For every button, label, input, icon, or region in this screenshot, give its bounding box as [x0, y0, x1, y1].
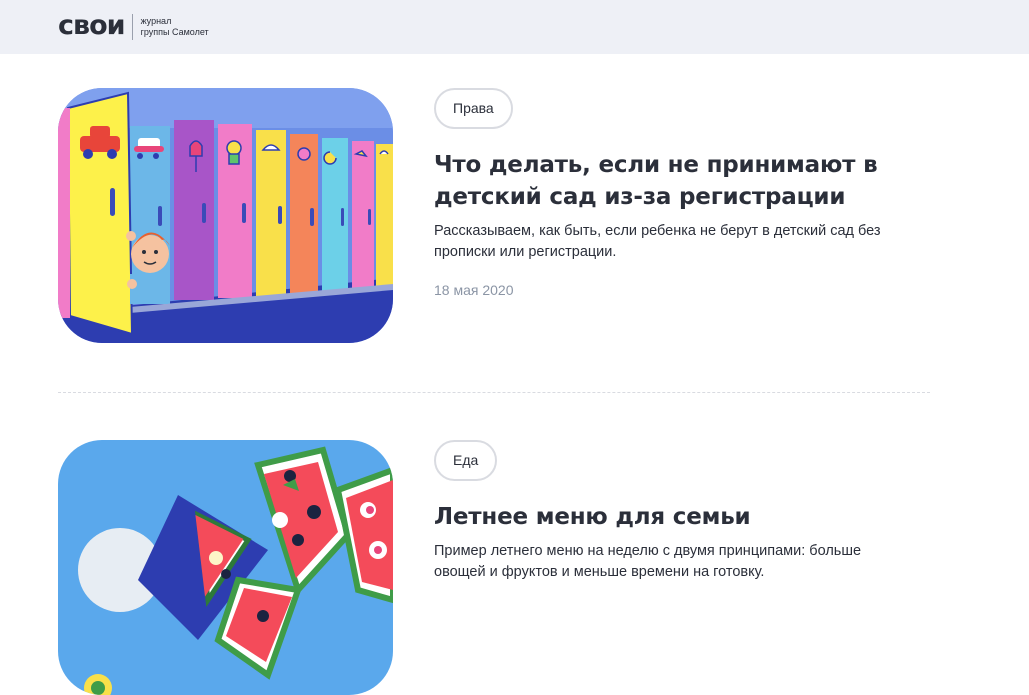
logo-wordmark: свои — [58, 9, 126, 41]
lockers-illustration — [58, 88, 393, 343]
article-image-kindergarten-lockers[interactable] — [58, 88, 393, 343]
site-header: свои журнал группы Самолет — [0, 0, 1029, 54]
article-divider — [58, 392, 930, 393]
article-title-link[interactable]: Летнее меню для семьи — [434, 501, 914, 533]
article-description: Пример летнего меню на неделю с двумя пр… — [434, 543, 862, 580]
site-logo[interactable]: свои журнал группы Самолет — [58, 9, 209, 41]
article-tag-button[interactable]: Права — [434, 88, 513, 129]
article-date: 18 мая 2020 — [434, 282, 514, 298]
logo-divider — [131, 14, 133, 40]
watermelon-illustration — [58, 440, 393, 695]
article-title-link[interactable]: Что делать, если не принимают в детский … — [434, 149, 914, 213]
logo-tagline-line1: журнал — [140, 16, 172, 26]
logo-tagline-line2: группы Самолет — [140, 27, 209, 37]
article-content: Права Что делать, если не принимают в де… — [434, 88, 914, 300]
logo-tagline: журнал группы Самолет — [141, 16, 209, 38]
article-content: Еда Летнее меню для семьи Пример летнего… — [434, 440, 914, 583]
article-tag-button[interactable]: Еда — [434, 440, 498, 481]
article-image-watermelon-pizza[interactable] — [58, 440, 393, 695]
article-description: Рассказываем, как быть, если ребенка не … — [434, 223, 881, 260]
